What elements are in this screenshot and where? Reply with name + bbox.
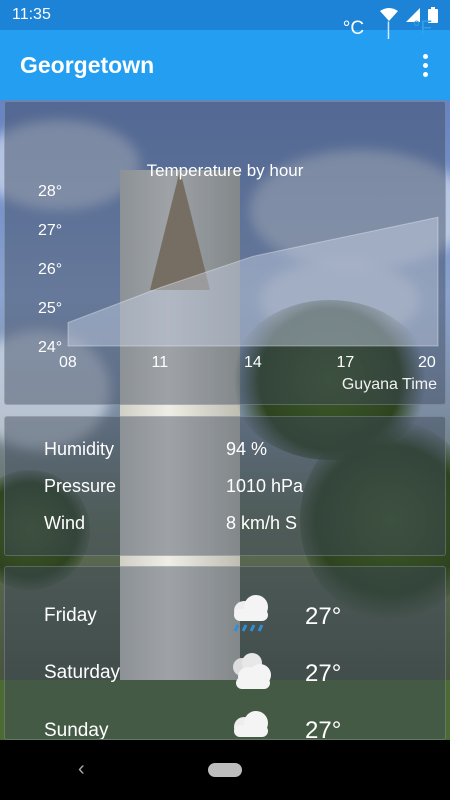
x-tick-label: 08 [59,354,77,371]
humidity-label: Humidity [44,439,115,459]
x-tick-label: 11 [152,354,169,371]
forecast-card: Friday 27° Saturday 27° Sunday 27° [4,566,446,740]
wind-row: Wind 8 km/h S [44,513,297,534]
temperature-area [67,216,439,347]
more-vert-icon[interactable] [420,53,430,77]
forecast-day-1: Friday [44,605,97,626]
rain-cloud-icon [234,711,268,737]
x-tick-label: 17 [337,354,355,371]
y-tick-label: 28° [38,183,62,200]
fahrenheit-button[interactable]: °F [413,18,432,40]
status-time: 11:35 [12,6,51,23]
forecast-day-3: Sunday [44,720,109,740]
pressure-value: 1010 hPa [226,476,304,496]
app-bar: Georgetown [0,30,450,100]
pressure-row: Pressure 1010 hPa [44,476,303,497]
x-tick-label: 20 [418,354,436,371]
unit-separator: | [386,18,391,39]
wind-value: 8 km/h S [226,513,298,533]
wind-label: Wind [44,513,86,533]
home-pill-icon[interactable] [208,763,242,777]
x-tick-label: 14 [244,354,262,371]
navigation-bar: ‹ [0,740,450,800]
forecast-temp-3: 27° [305,717,342,740]
forecast-day-2: Saturday [44,662,121,683]
rain-cloud-icon [233,595,268,632]
cloudy-icon [233,653,271,689]
pressure-label: Pressure [44,476,117,496]
y-tick-label: 26° [38,261,62,278]
humidity-row: Humidity 94 % [44,439,267,460]
temperature-chart: 24°25°26°27°28°08 11 14 17 20 [38,183,439,371]
back-icon[interactable]: ‹ [78,758,85,781]
forecast-temp-1: 27° [305,603,342,630]
forecast-temp-2: 27° [305,660,342,687]
timezone-label: Guyana Time [341,376,437,393]
unit-toggle: °C | °F [343,18,432,40]
humidity-value: 94 % [226,439,268,459]
celsius-button[interactable]: °C [343,18,364,40]
y-tick-label: 27° [38,222,62,239]
city-title: Georgetown [20,51,155,78]
y-tick-label: 25° [38,300,62,317]
